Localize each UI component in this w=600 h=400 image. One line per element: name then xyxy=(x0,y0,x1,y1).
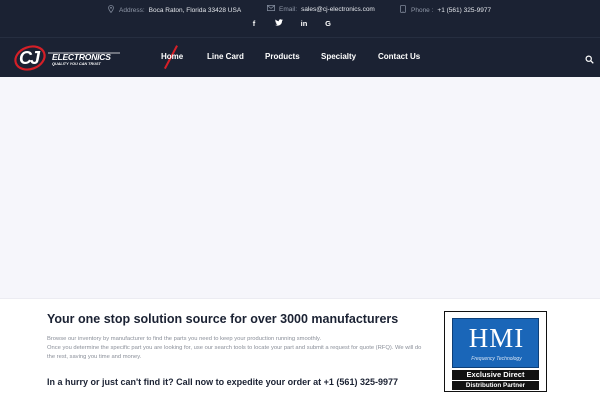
address-value: Boca Raton, Florida 33428 USA xyxy=(148,6,242,14)
nav-item-contact-us[interactable]: Contact Us xyxy=(378,52,420,61)
nav-item-home[interactable]: Home xyxy=(161,52,183,61)
search-icon[interactable] xyxy=(585,51,595,64)
email-link[interactable]: sales@cj-electronics.com xyxy=(301,6,375,13)
hmi-logo-subtitle: Frequency Technology xyxy=(471,356,522,362)
intro-paragraph-2: Once you determine the specific part you… xyxy=(47,344,422,360)
hmi-logo: HMI Frequency Technology xyxy=(452,318,539,368)
call-to-action[interactable]: In a hurry or just can't find it? Call n… xyxy=(47,377,398,387)
main-navbar: C J ELECTRONICS QUALITY YOU CAN TRUST Ho… xyxy=(0,37,600,77)
intro-paragraph-1: Browse our inventory by manufacturer to … xyxy=(47,336,322,342)
badge-line-partner: Distribution Partner xyxy=(452,381,539,390)
contact-info-row: Address: Boca Raton, Florida 33428 USA E… xyxy=(0,5,600,17)
page-headline: Your one stop solution source for over 3… xyxy=(47,312,399,326)
email-info[interactable]: Email: sales@cj-electronics.com xyxy=(267,5,375,13)
address-label: Address: xyxy=(119,6,145,14)
social-links: f in G xyxy=(0,19,600,31)
nav-item-products[interactable]: Products xyxy=(265,52,300,61)
nav-item-specialty[interactable]: Specialty xyxy=(321,52,356,61)
address-info: Address: Boca Raton, Florida 33428 USA xyxy=(107,5,241,15)
hero-banner xyxy=(0,77,600,299)
badge-line-exclusive: Exclusive Direct xyxy=(452,370,539,380)
site-logo[interactable]: C J ELECTRONICS QUALITY YOU CAN TRUST xyxy=(12,43,124,73)
phone-label: Phone : xyxy=(411,6,434,14)
top-info-bar: Address: Boca Raton, Florida 33428 USA E… xyxy=(0,0,600,37)
phone-icon xyxy=(399,5,407,15)
logo-wordmark: ELECTRONICS xyxy=(52,52,111,62)
phone-info[interactable]: Phone : +1 (561) 325-9977 xyxy=(399,5,491,15)
hmi-logo-text: HMI xyxy=(468,323,525,353)
email-label: Email: xyxy=(279,5,298,13)
location-pin-icon xyxy=(107,5,115,15)
facebook-icon[interactable]: f xyxy=(248,19,260,28)
nav-item-line-card[interactable]: Line Card xyxy=(207,52,244,61)
twitter-icon[interactable] xyxy=(273,19,285,28)
svg-text:J: J xyxy=(30,48,41,68)
phone-link[interactable]: +1 (561) 325-9977 xyxy=(437,7,491,14)
envelope-icon xyxy=(267,5,275,13)
linkedin-icon[interactable]: in xyxy=(298,19,310,28)
hmi-partner-badge[interactable]: HMI Frequency Technology Exclusive Direc… xyxy=(444,311,547,392)
google-icon[interactable]: G xyxy=(322,19,334,28)
logo-tagline: QUALITY YOU CAN TRUST xyxy=(52,62,101,66)
intro-text: Browse our inventory by manufacturer to … xyxy=(47,335,427,362)
